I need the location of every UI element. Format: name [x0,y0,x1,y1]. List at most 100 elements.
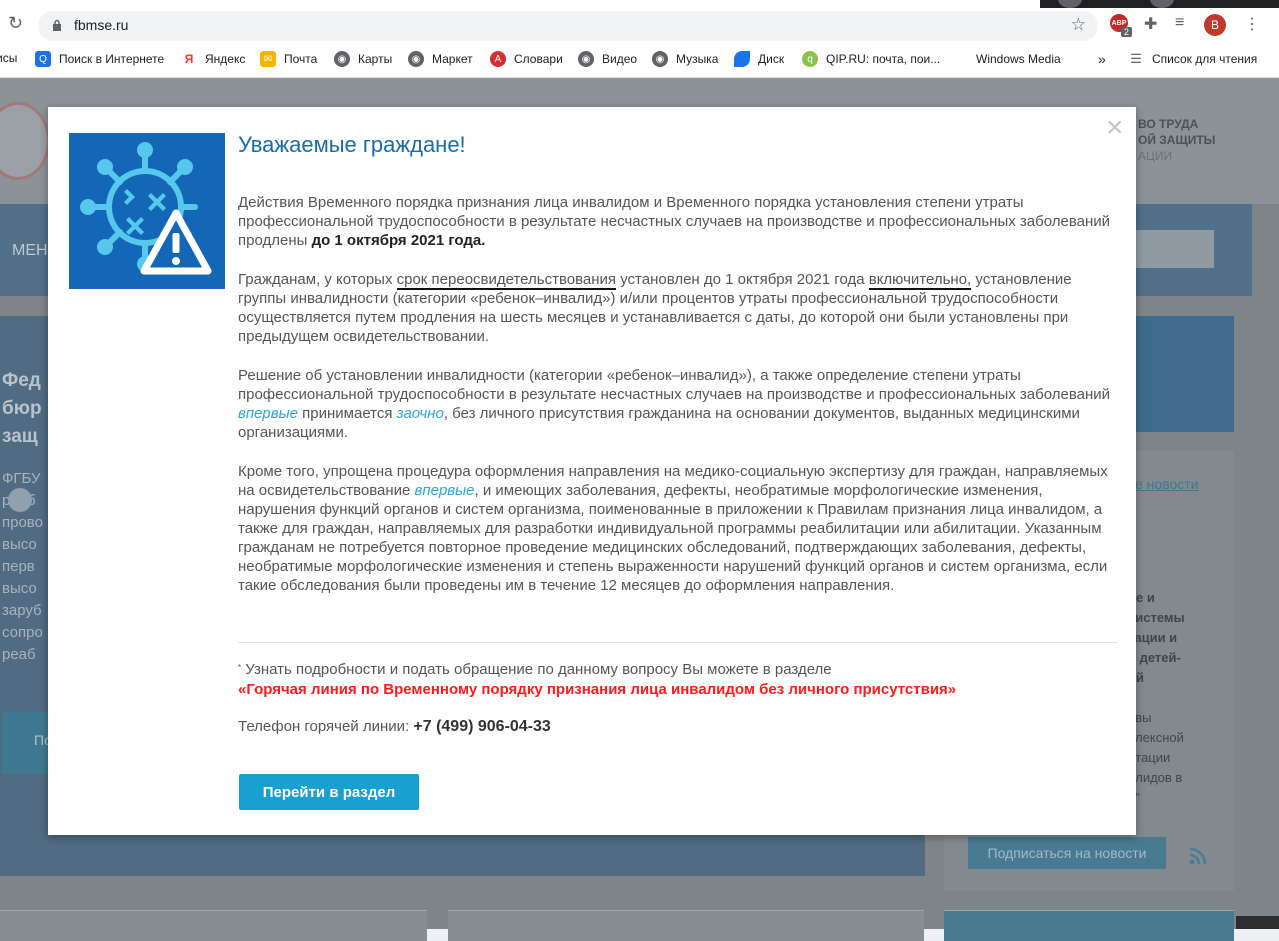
globe-icon: ◉ [334,51,350,67]
bookmark-label: Яндекс [205,52,246,66]
bookmark-label: Карты [358,52,393,66]
news-line: итации [1128,750,1171,765]
bookmark-item[interactable]: Windows Media [953,51,1061,66]
kebab-menu-icon[interactable]: ⋮ [1244,14,1260,34]
bookmark-item[interactable]: q QIP.RU: почта, пои... [802,51,940,67]
hero-text-line: сопро [2,624,43,641]
bookmarks-bar: исы Q Поиск в Интернете Я Яндекс ✉ Почта ◉ К… [0,44,1279,78]
hero-text-line: реаб [2,646,36,663]
emphasis-text: впервые [414,482,475,499]
site-menu-button[interactable]: МЕН [12,242,48,260]
close-icon[interactable]: × [1106,113,1124,143]
bookmark-item[interactable]: ✉ Почта [260,51,317,67]
news-line: ивы [1128,710,1152,725]
bookmark-label: QIP.RU: почта, пои... [826,52,941,66]
bookmark-item[interactable]: Диск [734,51,784,67]
org-line: АЦИИ [1138,149,1173,163]
hero-title-line: бюр [2,398,42,419]
hero-text-line: высо [2,580,37,597]
hotline-section-link[interactable]: «Горячая линия по Временному порядку при… [238,681,956,698]
note-text: Узнать подробности и подать обращение по… [241,661,832,678]
carousel-prev-icon[interactable] [8,488,32,512]
lock-icon[interactable] [52,19,62,31]
site-org-name: ВО ТРУДА ОЙ ЗАЩИТЫ АЦИИ [1138,116,1215,164]
extensions-puzzle-icon[interactable]: ✚ [1144,14,1157,34]
bookmark-star-icon[interactable]: ☆ [1071,15,1086,35]
hotline-note: * Узнать подробности и подать обращение … [238,660,1118,700]
news-line: и детей- [1128,650,1181,665]
subscribe-button[interactable]: Подписаться на новости [968,837,1166,869]
bookmark-label: исы [0,51,18,65]
address-bar[interactable]: fbmse.ru ☆ [38,11,1098,41]
modal-body: Действия Временного порядка признания ли… [238,193,1118,615]
bookmark-item[interactable]: исы [0,51,17,65]
globe-icon: ◉ [578,51,594,67]
bookmark-item[interactable]: ◉ Маркет [408,51,473,67]
bookmark-item[interactable]: ◉ Музыка [652,51,718,67]
paragraph-text: Гражданам, у которых [238,271,397,288]
site-logo-icon[interactable] [0,102,50,180]
bookmark-item[interactable]: Q Поиск в Интернете [35,51,164,67]
hero-text-line: ФГБУ [2,470,41,487]
tab-indicator[interactable] [1058,0,1082,8]
bookmark-item[interactable]: Я Яндекс [181,51,246,67]
hero-title-line: Фед [2,370,41,391]
reload-icon[interactable]: ↻ [8,13,23,34]
reading-list-button[interactable]: ☰ Список для чтения [1128,51,1257,67]
sidebar-shield-image[interactable] [1136,316,1234,432]
tab-indicator[interactable] [1150,0,1174,8]
hero-text-line: заруб [2,602,42,619]
url-text[interactable]: fbmse.ru [74,17,128,33]
reading-list-label: Список для чтения [1152,52,1258,66]
dictionary-icon: A [490,51,506,67]
underlined-term: срок переосвидетельствования [396,271,617,290]
emphasis-text: заочно [396,405,444,422]
bookmark-label: Маркет [432,52,473,66]
paragraph-text: принимается [297,405,397,422]
media-playlist-icon[interactable]: ≡ [1175,14,1184,32]
news-line: и" [1128,788,1184,808]
news-title[interactable]: ие и системы тации и и детей- ой [1128,588,1185,688]
all-news-link[interactable]: се новости [1128,476,1199,492]
go-to-section-button[interactable]: Перейти в раздел [239,774,419,810]
bookmark-label: Поиск в Интернете [59,52,165,66]
search-icon: Q [35,51,51,67]
site-search-input[interactable] [1136,230,1214,268]
hero-text-line: перв [2,558,35,575]
qip-icon: q [802,51,818,67]
paragraph-decision: Решение об установлении инвалидности (ка… [238,366,1118,442]
news-line: алидов в [1128,770,1183,785]
news-line: тации и [1128,630,1178,645]
yandex-icon: Я [184,52,194,66]
modal-divider [238,642,1118,643]
bookmark-item[interactable]: A Словари [490,51,563,67]
scrollbar-corner [1236,916,1279,929]
news-excerpt: ивы плексной итации алидов в и" [1128,708,1184,808]
bookmark-item[interactable]: ◉ Видео [578,51,637,67]
bookmark-label: Диск [758,52,785,66]
paragraph-text: Решение об установлении инвалидности (ка… [238,367,1111,403]
globe-icon: ◉ [652,51,668,67]
content-card [448,910,924,941]
news-line: ие и [1128,590,1155,605]
mail-icon: ✉ [260,51,276,67]
paragraph-procedure: Кроме того, упрощена процедура оформлени… [238,462,1118,595]
phone-number[interactable]: +7 (499) 906-04-33 [413,718,550,735]
news-line: ой [1128,668,1185,688]
reading-list-icon: ☰ [1130,51,1142,66]
paragraph-reexamination: Гражданам, у которых срок переосвидетель… [238,270,1118,346]
bookmark-label: Почта [284,52,318,66]
news-line: плексной [1128,730,1184,745]
deadline-date: до 1 октября 2021 года. [311,232,486,249]
browser-toolbar: ↻ fbmse.ru ☆ ABP 2 ✚ ≡ B ⋮ [0,0,1279,45]
bookmarks-overflow-icon[interactable]: » [1098,51,1106,67]
paragraph-text: установлен до 1 октября 2021 года [616,271,869,288]
org-line: ОЙ ЗАЩИТЫ [1138,133,1216,147]
tab-strip [1040,0,1279,8]
phone-label: Телефон горячей линии: [238,718,414,735]
bookmark-item[interactable]: ◉ Карты [334,51,392,67]
bookmark-label: Windows Media [976,51,1061,66]
rss-icon[interactable] [1188,846,1208,866]
profile-avatar[interactable]: B [1204,14,1226,36]
hero-text-line: прово [2,514,43,531]
